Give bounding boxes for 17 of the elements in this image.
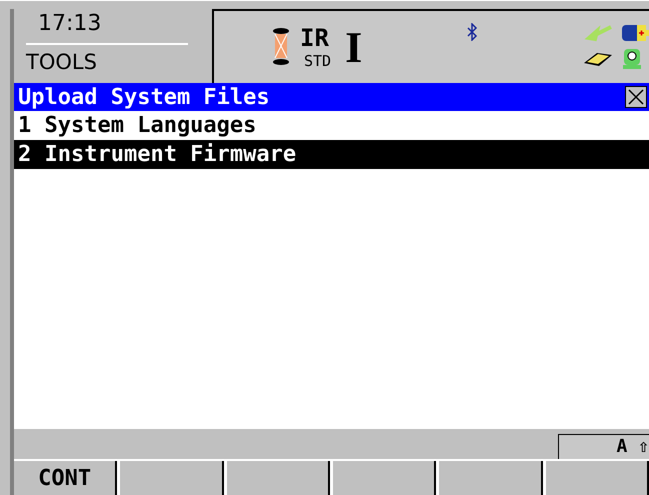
measure-submode: STD bbox=[303, 52, 332, 70]
prism-icon bbox=[272, 27, 290, 67]
measure-mode: IR bbox=[300, 24, 330, 52]
battery-icon bbox=[621, 23, 649, 43]
softkey-button[interactable]: CONT bbox=[14, 461, 118, 495]
close-icon[interactable] bbox=[625, 86, 647, 108]
cursor-indicator: I bbox=[345, 22, 362, 72]
screen-name: TOOLS bbox=[26, 49, 98, 76]
menu-item[interactable]: 2 Instrument Firmware bbox=[14, 140, 649, 169]
menu-item[interactable]: 1 System Languages bbox=[14, 111, 649, 140]
instrument-icon bbox=[621, 47, 643, 71]
dialog-title: Upload System Files bbox=[18, 84, 270, 110]
bluetooth-icon bbox=[466, 23, 478, 41]
memory-card-icon bbox=[583, 50, 613, 68]
input-mode-indicator: A ⇧ bbox=[558, 434, 649, 459]
clock-time: 17:13 bbox=[26, 9, 188, 45]
arrow-icon bbox=[583, 24, 613, 42]
